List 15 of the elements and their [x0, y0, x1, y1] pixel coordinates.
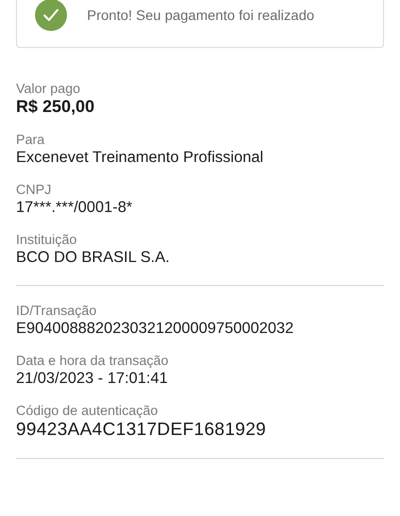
field-label: ID/Transação	[16, 302, 98, 319]
field-value: 99423AA4C1317DEF1681929	[16, 419, 268, 440]
field-value: E9040088820230321200009750002032	[16, 319, 295, 338]
success-message: Pronto! Seu pagamento foi realizado	[87, 6, 314, 25]
field-value: Excenevet Treinamento Profissional	[16, 148, 264, 167]
field-label: Instituição	[16, 231, 78, 248]
field-value: 21/03/2023 - 17:01:41	[16, 369, 169, 388]
field-label: Data e hora da transação	[16, 352, 170, 369]
field-label: Código de autenticação	[16, 402, 159, 419]
field-value: BCO DO BRASIL S.A.	[16, 248, 171, 267]
field-label: Para	[16, 131, 46, 148]
field-label: CNPJ	[16, 181, 52, 198]
field-label: Valor pago	[16, 80, 82, 97]
field-value: 17***.***/0001-8*	[16, 198, 134, 217]
field-value: R$ 250,00	[16, 97, 96, 117]
